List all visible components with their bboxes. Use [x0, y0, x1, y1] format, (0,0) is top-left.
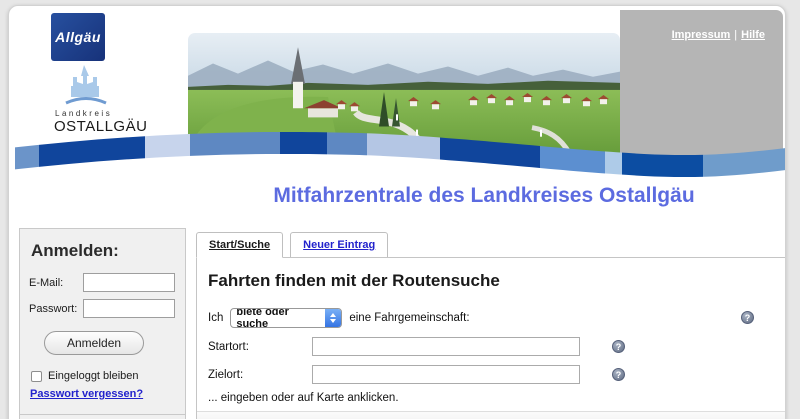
erweitert-toggle[interactable]: ► Erweitert	[197, 411, 786, 419]
stay-logged-in-checkbox[interactable]	[31, 371, 42, 382]
allgaeu-logo-text: Allgäu	[55, 29, 101, 45]
help-icon[interactable]: ?	[741, 311, 754, 324]
main-tabs: Start/Suche Neuer Eintrag	[196, 232, 395, 258]
castle-icon	[61, 64, 111, 108]
page-card: Allgäu Landkreis OSTALLGÄU Impressum|Hil…	[8, 5, 786, 419]
zielort-input[interactable]	[312, 365, 580, 384]
startort-label: Startort:	[208, 341, 312, 353]
map-hint-text: ... eingeben oder auf Karte anklicken.	[208, 392, 786, 404]
login-sidebar: Anmelden: E-Mail: Passwort: Anmelden Ein…	[19, 228, 186, 419]
stay-logged-in-label: Eingeloggt bleiben	[48, 370, 139, 382]
startort-row: Startort: ?	[208, 337, 786, 356]
login-button[interactable]: Anmelden	[44, 331, 144, 355]
select-stepper-icon	[325, 308, 341, 328]
nav-separator: |	[734, 29, 737, 41]
wave-stripe-band	[9, 122, 786, 184]
email-field[interactable]	[83, 273, 175, 292]
zielort-label: Zielort:	[208, 369, 312, 381]
forgot-password-link[interactable]: Passwort vergessen?	[30, 388, 143, 400]
landkreis-label: Landkreis	[55, 109, 149, 118]
help-icon[interactable]: ?	[612, 368, 625, 381]
startort-input[interactable]	[312, 337, 580, 356]
help-icon[interactable]: ?	[612, 340, 625, 353]
ride-type-select[interactable]: biete oder suche	[230, 308, 342, 328]
allgaeu-logo: Allgäu	[51, 13, 105, 61]
page-title: Mitfahrzentrale des Landkreises Ostallgä…	[179, 184, 786, 208]
sidebar-divider	[20, 414, 185, 415]
hilfe-link[interactable]: Hilfe	[741, 29, 765, 41]
tab-start-suche[interactable]: Start/Suche	[196, 232, 283, 258]
password-label: Passwort:	[29, 303, 83, 315]
ich-label: Ich	[208, 312, 223, 324]
search-heading: Fahrten finden mit der Routensuche	[208, 271, 786, 291]
fahrgemeinschaft-label: eine Fahrgemeinschaft:	[349, 312, 469, 324]
login-heading: Anmelden:	[31, 241, 176, 261]
zielort-row: Zielort: ?	[208, 365, 786, 384]
password-field[interactable]	[83, 299, 175, 318]
search-panel: Fahrten finden mit der Routensuche Ich b…	[196, 257, 786, 419]
email-label: E-Mail:	[29, 277, 83, 289]
tab-neuer-eintrag[interactable]: Neuer Eintrag	[290, 232, 388, 258]
impressum-link[interactable]: Impressum	[672, 29, 731, 41]
top-navigation: Impressum| Hilfe	[668, 29, 769, 41]
ride-type-row: Ich biete oder suche eine Fahrgemeinscha…	[208, 308, 786, 328]
